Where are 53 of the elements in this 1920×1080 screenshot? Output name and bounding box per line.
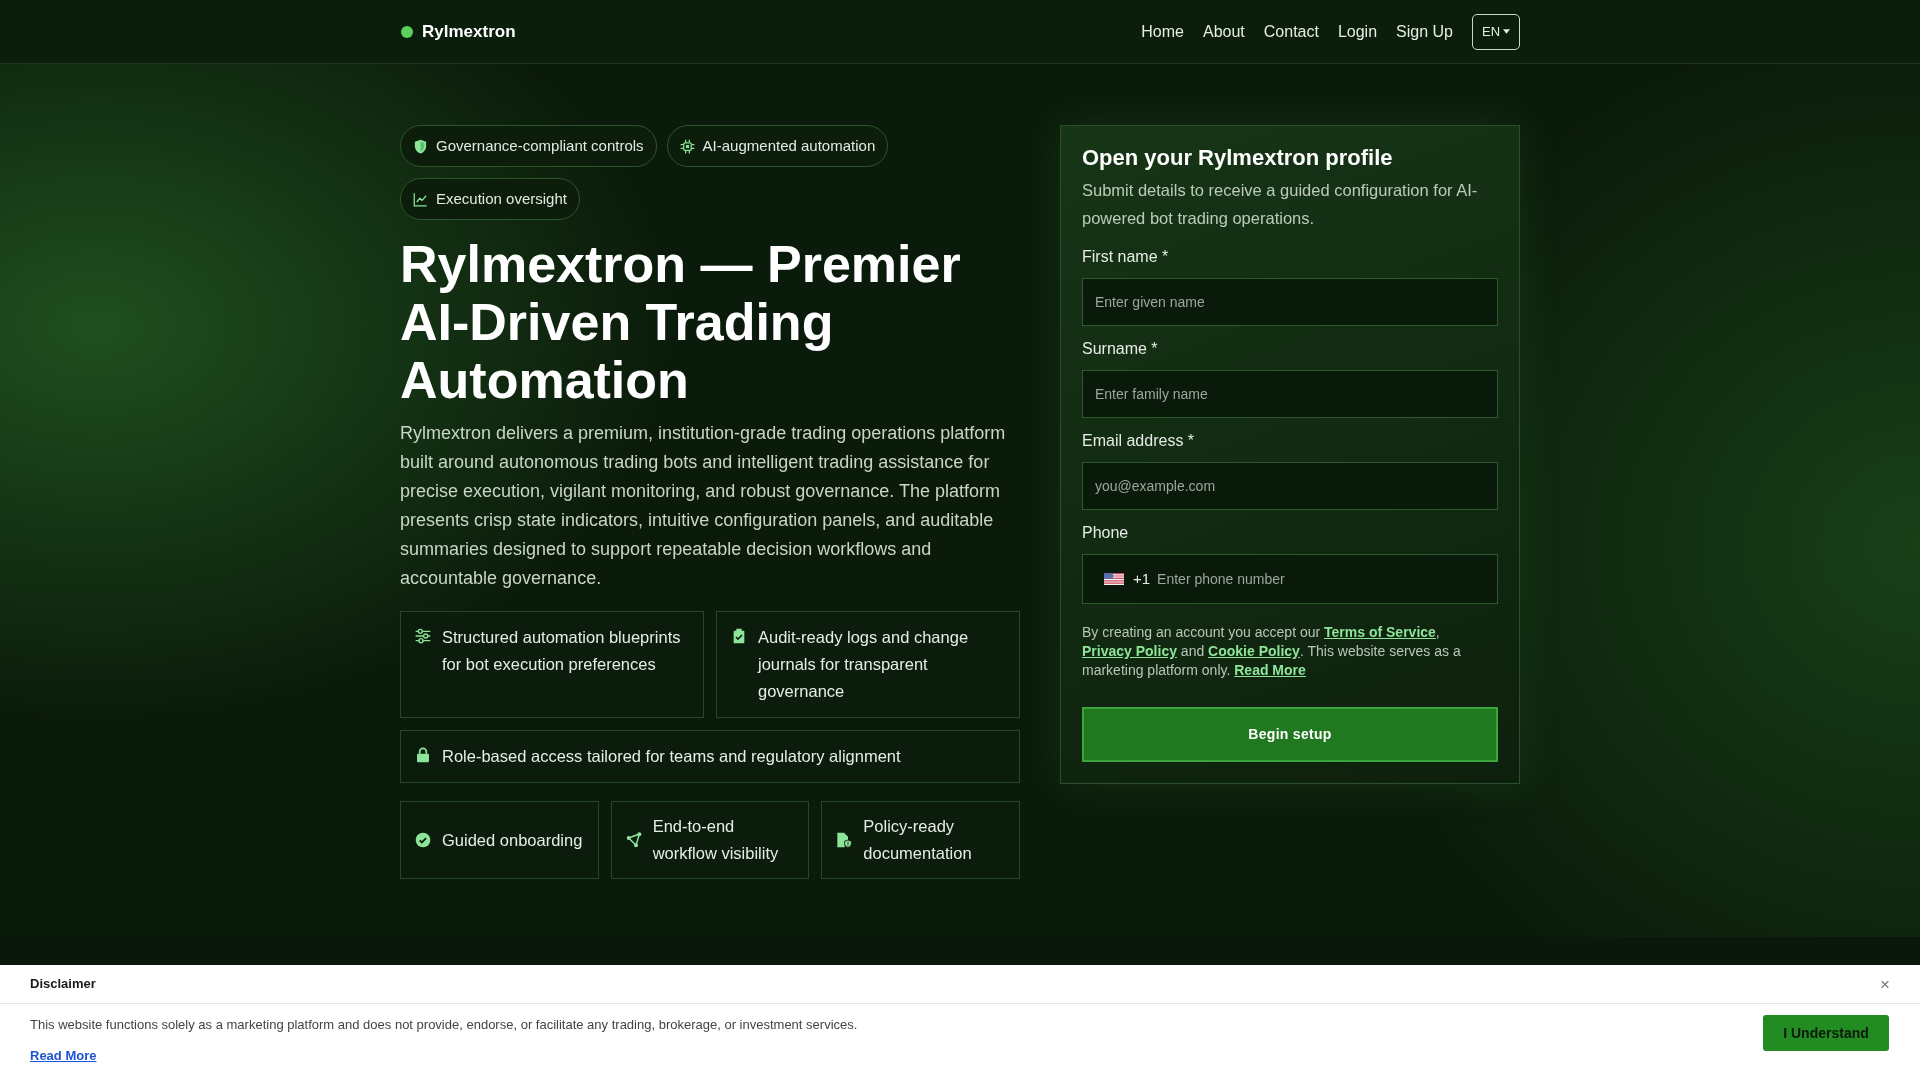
nav-link[interactable]: About bbox=[1202, 19, 1245, 44]
text-link[interactable]: Cookie Policy bbox=[1208, 643, 1300, 659]
sliders-icon bbox=[415, 628, 431, 644]
read-more-link[interactable]: Read More bbox=[30, 1046, 97, 1066]
acknowledge-button[interactable]: I Understand bbox=[1763, 1015, 1889, 1051]
hero-title: Rylmextron — Premier AI-Driven Trading Automation bbox=[400, 235, 962, 409]
feature-text: Policy-ready documentation bbox=[863, 816, 973, 864]
text-link[interactable]: Privacy Policy bbox=[1082, 643, 1177, 659]
badge-label: Governance-compliant controls bbox=[436, 135, 644, 156]
disclaimer-text: This website functions solely as a marketing platform and does not provide, endorse, or facilitate any trading, brokerage, or investment services. bbox=[30, 1016, 858, 1034]
us-flag-icon bbox=[1104, 573, 1124, 585]
consent-text: By creating an account you accept our Terms of Service, Privacy Policy and Cookie Policy. This website serves as a marketing platform only. Read More bbox=[1082, 623, 1462, 680]
text-link[interactable]: Terms of Service bbox=[1324, 624, 1436, 640]
nav-link[interactable]: Contact bbox=[1263, 19, 1319, 44]
feature-text: Audit-ready logs and change journals for transparent governance bbox=[758, 627, 970, 702]
badge-label: Execution oversight bbox=[436, 188, 567, 209]
input-field[interactable]: Enter given name bbox=[1082, 278, 1498, 326]
close-button[interactable]: × bbox=[1880, 975, 1890, 993]
disclaimer-title: Disclaimer bbox=[30, 975, 96, 994]
clipboard-check-icon bbox=[731, 628, 747, 644]
phone-field[interactable]: +1 Enter phone number bbox=[1082, 554, 1498, 604]
language-button[interactable]: EN bbox=[1472, 13, 1520, 50]
logo-dot-icon bbox=[401, 25, 413, 38]
country-code-button[interactable]: +1 bbox=[1104, 555, 1151, 603]
logo-link[interactable]: Rylmextron bbox=[400, 18, 516, 45]
text-link[interactable]: Read More bbox=[1234, 662, 1306, 678]
line-chart-icon bbox=[413, 191, 428, 207]
field-label: Email address * bbox=[1082, 431, 1196, 451]
submit-button[interactable]: Begin setup bbox=[1082, 707, 1498, 762]
form-subtitle: Submit details to receive a guided configuration for AI-powered bot trading operations. bbox=[1082, 180, 1479, 229]
lock-icon bbox=[415, 747, 431, 763]
feature-text: Structured automation blueprints for bot execution preferences bbox=[442, 627, 682, 675]
caret-icon bbox=[1503, 29, 1511, 34]
nav-link[interactable]: Login bbox=[1337, 19, 1378, 44]
hero-description: Rylmextron delivers a premium, institution-grade trading operations platform built around autonomous trading bots and intelligent trading assistance for precise execution, vigilant monitoring, and robust governance. The platform presents crisp state indicators, intuitive configuration panels, and auditable summaries designed to support repeatable decision workflows and accountable governance. bbox=[400, 422, 1007, 590]
check-circle-icon bbox=[415, 832, 431, 848]
feature-text: Guided onboarding bbox=[442, 829, 583, 851]
field-label: Surname * bbox=[1082, 339, 1159, 359]
nav-link[interactable]: Home bbox=[1141, 19, 1184, 44]
feature-text: End-to-end workflow visibility bbox=[652, 816, 780, 864]
chip-icon bbox=[679, 138, 695, 154]
input-field[interactable]: you@example.com bbox=[1082, 462, 1498, 510]
document-shield-icon bbox=[836, 832, 853, 848]
nav-link[interactable]: Sign Up bbox=[1396, 19, 1453, 44]
input-field[interactable]: Enter family name bbox=[1082, 370, 1498, 418]
shield-icon bbox=[413, 138, 428, 154]
form-title: Open your Rylmextron profile bbox=[1082, 144, 1394, 172]
feature-text: Role-based access tailored for teams and regulatory alignment bbox=[442, 746, 901, 767]
field-label: First name * bbox=[1082, 247, 1170, 267]
badge-label: AI-augmented automation bbox=[702, 135, 876, 156]
field-label: Phone bbox=[1082, 523, 1130, 543]
phone-number-input[interactable]: Enter phone number bbox=[1157, 555, 1497, 603]
connected-nodes-icon bbox=[625, 832, 642, 848]
